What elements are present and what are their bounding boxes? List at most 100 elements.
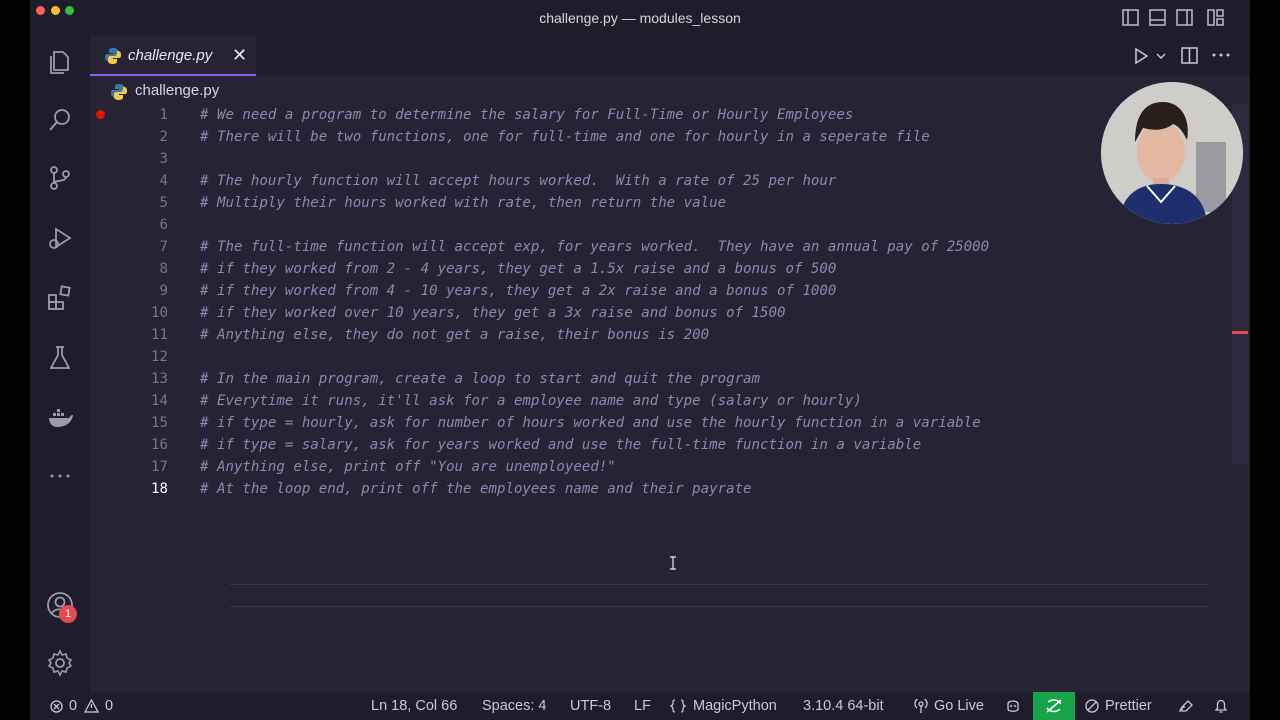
end-of-line[interactable]: LF <box>634 698 651 714</box>
code-comment-text: # Multiply their hours worked with rate,… <box>200 195 727 211</box>
text-cursor-icon <box>670 556 676 570</box>
notifications-bell-icon[interactable] <box>1214 698 1228 714</box>
code-line[interactable]: 17 # Anything else, print off "You are un… <box>90 456 1190 478</box>
language-braces-icon <box>670 699 686 713</box>
line-number: 10 <box>151 305 168 321</box>
tab-challenge-py[interactable]: challenge.py ✕ <box>90 36 256 76</box>
docker-icon[interactable] <box>46 404 74 432</box>
code-line[interactable]: 13 # In the main program, create a loop t… <box>90 368 1190 390</box>
code-line[interactable]: 15 # if type = hourly, ask for number of … <box>90 412 1190 434</box>
code-line[interactable]: 14 # Everytime it runs, it'll ask for a e… <box>90 390 1190 412</box>
prettier-icon <box>1085 699 1099 713</box>
code-comment-text: # Anything else, print off "You are unem… <box>200 459 616 475</box>
code-comment-text: # if type = salary, ask for years worked… <box>200 437 922 453</box>
code-comment-text: # if they worked from 2 - 4 years, they … <box>200 261 837 277</box>
code-comment-text: # There will be two functions, one for f… <box>200 129 930 145</box>
customize-layout-icon[interactable] <box>1207 9 1224 26</box>
search-icon[interactable] <box>46 106 74 134</box>
language-mode[interactable]: MagicPython <box>693 698 777 714</box>
code-line[interactable]: 5 # Multiply their hours worked with rate… <box>90 192 1190 214</box>
activity-bar: 1 <box>30 36 90 692</box>
go-live-button[interactable]: Go Live <box>934 698 984 714</box>
code-line[interactable]: 1 # We need a program to determine the sa… <box>90 104 1190 126</box>
live-share-icon <box>1046 699 1062 713</box>
code-comment-text: # if type = hourly, ask for number of ho… <box>200 415 981 431</box>
tab-label: challenge.py <box>128 47 213 64</box>
explorer-icon[interactable] <box>46 48 74 76</box>
toggle-secondary-sidebar-icon[interactable] <box>1176 9 1193 26</box>
split-editor-icon[interactable] <box>1181 47 1198 64</box>
more-icon[interactable] <box>46 462 74 490</box>
code-line[interactable]: 7 # The full-time function will accept ex… <box>90 236 1190 258</box>
code-comment-text: # At the loop end, print off the employe… <box>200 481 752 497</box>
account-badge: 1 <box>59 605 77 623</box>
code-line[interactable]: 2 # There will be two functions, one for … <box>90 126 1190 148</box>
line-number: 13 <box>151 371 168 387</box>
run-python-file-icon[interactable] <box>1133 48 1149 64</box>
error-icon[interactable] <box>50 700 63 713</box>
indentation[interactable]: Spaces: 4 <box>482 698 547 714</box>
code-line[interactable]: 18 # At the loop end, print off the emplo… <box>90 478 1190 500</box>
live-share-button[interactable] <box>1033 692 1075 720</box>
presenter-webcam-image <box>1101 82 1243 224</box>
code-comment-text: # Anything else, they do not get a raise… <box>200 327 710 343</box>
error-count[interactable]: 0 <box>69 698 77 714</box>
toggle-sidebar-icon[interactable] <box>1122 9 1139 26</box>
cursor-position[interactable]: Ln 18, Col 66 <box>371 698 457 714</box>
prettier-button[interactable]: Prettier <box>1105 698 1152 714</box>
settings-gear-icon[interactable] <box>46 649 74 677</box>
code-comment-text: # The hourly function will accept hours … <box>200 173 837 189</box>
run-options-chevron-down-icon[interactable] <box>1156 52 1166 60</box>
feedback-icon[interactable] <box>1178 699 1194 714</box>
vscode-window: challenge.py — modules_lesson 1 challeng… <box>30 0 1250 720</box>
code-line[interactable]: 12 <box>90 346 1190 368</box>
code-comment-text: # The full-time function will accept exp… <box>200 239 990 255</box>
status-bar: 0 0 Ln 18, Col 66 Spaces: 4 UTF-8 LF Mag… <box>30 692 1250 720</box>
breadcrumb[interactable]: challenge.py <box>135 82 219 99</box>
line-number: 16 <box>151 437 168 453</box>
code-editor[interactable]: 1 # We need a program to determine the sa… <box>90 104 1250 692</box>
python-file-icon <box>105 48 121 64</box>
code-line[interactable]: 8 # if they worked from 2 - 4 years, they… <box>90 258 1190 280</box>
code-line[interactable]: 11 # Anything else, they do not get a rai… <box>90 324 1190 346</box>
python-interpreter[interactable]: 3.10.4 64-bit <box>803 698 884 714</box>
editor-tab-bar: challenge.py ✕ <box>90 36 1250 76</box>
line-number: 11 <box>151 327 168 343</box>
line-number: 3 <box>159 151 169 167</box>
current-line-highlight <box>230 584 1208 607</box>
warning-icon[interactable] <box>84 699 99 713</box>
extensions-icon[interactable] <box>46 284 74 312</box>
copilot-icon[interactable] <box>1005 698 1021 714</box>
toggle-panel-icon[interactable] <box>1149 9 1166 26</box>
line-number: 18 <box>151 481 168 497</box>
code-line[interactable]: 6 <box>90 214 1190 236</box>
run-debug-icon[interactable] <box>46 224 74 252</box>
line-number: 7 <box>159 239 169 255</box>
go-live-broadcast-icon <box>914 699 928 713</box>
close-tab-icon[interactable]: ✕ <box>232 45 247 66</box>
code-line[interactable]: 4 # The hourly function will accept hours… <box>90 170 1190 192</box>
code-comment-text: # Everytime it runs, it'll ask for a emp… <box>200 393 862 409</box>
code-comment-text: # We need a program to determine the sal… <box>200 107 854 123</box>
code-comment-text: # if they worked from 4 - 10 years, they… <box>200 283 837 299</box>
line-number: 17 <box>151 459 168 475</box>
code-line[interactable]: 9 # if they worked from 4 - 10 years, the… <box>90 280 1190 302</box>
more-actions-icon[interactable] <box>1212 53 1230 57</box>
scrollbar-error-marker <box>1232 331 1248 334</box>
warning-count[interactable]: 0 <box>105 698 113 714</box>
line-number: 14 <box>151 393 168 409</box>
window-title: challenge.py — modules_lesson <box>539 10 741 26</box>
code-comment-text: # In the main program, create a loop to … <box>200 371 761 387</box>
line-number: 1 <box>159 107 169 123</box>
code-line[interactable]: 16 # if type = salary, ask for years work… <box>90 434 1190 456</box>
line-number: 4 <box>159 173 169 189</box>
line-number: 5 <box>159 195 169 211</box>
testing-icon[interactable] <box>46 344 74 372</box>
code-line[interactable]: 10 # if they worked over 10 years, they g… <box>90 302 1190 324</box>
code-line[interactable]: 3 <box>90 148 1190 170</box>
encoding[interactable]: UTF-8 <box>570 698 611 714</box>
source-control-icon[interactable] <box>46 164 74 192</box>
breadcrumb-python-icon <box>111 84 127 100</box>
line-number: 8 <box>159 261 169 277</box>
line-number: 15 <box>151 415 168 431</box>
